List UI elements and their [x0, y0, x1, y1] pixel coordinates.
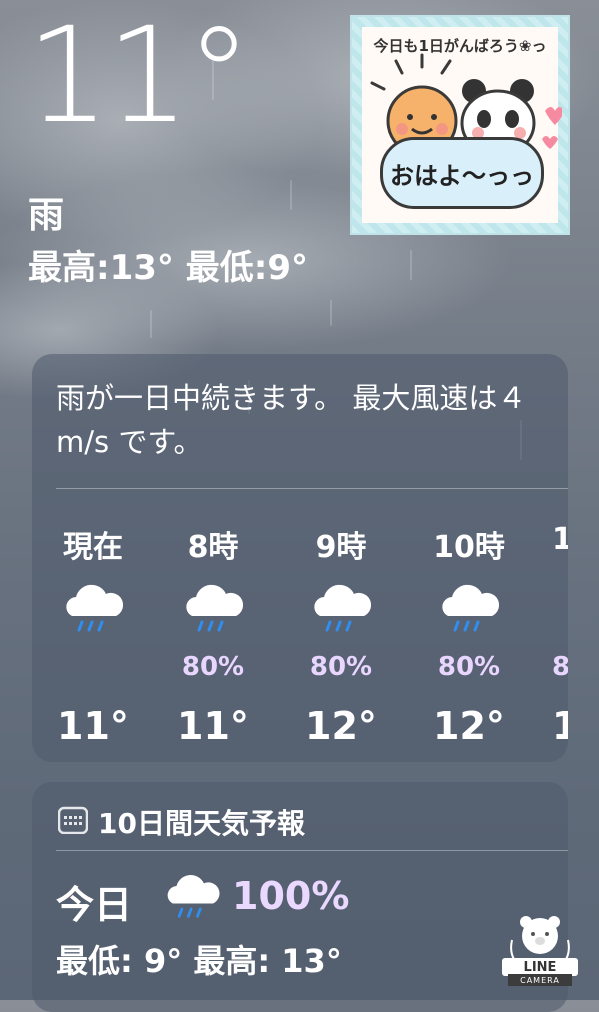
forecast-title: 10日間天気予報	[98, 807, 305, 840]
hour-precipitation: 80%	[309, 652, 373, 682]
weather-summary: 雨が一日中続きます。 最大風速は４m/s です。	[56, 381, 527, 459]
line-camera-watermark: LINE CAMERA	[498, 910, 582, 988]
hour-column-8: 8時 80% 11°	[158, 522, 268, 748]
hour-column-9: 9時 80% 12°	[286, 522, 396, 748]
high-low-temperature: 最高:13° 最低:9°	[28, 248, 309, 288]
hour-label: 1	[552, 522, 568, 557]
calendar-icon	[57, 806, 89, 835]
rain-cloud-icon	[38, 578, 148, 648]
hour-column-10: 10時 80% 12°	[414, 522, 524, 748]
hour-temperature: 12°	[433, 704, 505, 748]
sticker-speech-bubble: おはよ〜っっ	[380, 137, 544, 209]
hour-label: 8時	[187, 530, 239, 565]
card-divider	[56, 850, 568, 851]
rain-cloud-icon	[286, 578, 396, 648]
sticker-image: 今日も1日がんばろう❀っ おはよ〜っっ	[350, 15, 570, 235]
ten-day-forecast-card[interactable]: 10日間天気予報 今日 100% 最低: 9° 最高: 13°	[32, 782, 568, 1012]
hour-label: 10時	[433, 530, 505, 565]
hour-temperature: 12°	[305, 704, 377, 748]
hour-label: 現在	[63, 530, 123, 565]
hour-icon-clipped	[552, 578, 568, 648]
hour-temperature: 1	[552, 704, 568, 748]
watermark-line-text: LINE	[523, 960, 557, 975]
forecast-day-label: 今日	[56, 883, 133, 927]
hour-precipitation: 8	[552, 652, 568, 682]
current-condition: 雨	[28, 195, 65, 236]
hour-column-partial: 1 8 1	[552, 522, 568, 748]
current-temperature: 11°	[26, 0, 252, 153]
hour-label: 9時	[315, 530, 367, 565]
hour-precipitation: 80%	[181, 652, 245, 682]
forecast-low-high: 最低: 9° 最高: 13°	[56, 942, 342, 980]
hourly-forecast-card[interactable]: 雨が一日中続きます。 最大風速は４m/s です。 現在 11° 8時 80% 1…	[32, 354, 568, 762]
hour-precipitation: 80%	[437, 652, 501, 682]
hour-precipitation	[38, 652, 148, 686]
forecast-precipitation: 100%	[232, 874, 350, 918]
hour-temperature: 11°	[177, 704, 249, 748]
watermark-camera-text: CAMERA	[520, 976, 560, 985]
card-divider	[56, 488, 568, 489]
rain-cloud-icon	[414, 578, 524, 648]
hour-column-now: 現在 11°	[38, 522, 148, 748]
rain-cloud-icon	[160, 868, 224, 932]
rain-cloud-icon	[158, 578, 268, 648]
hour-temperature: 11°	[57, 704, 129, 748]
